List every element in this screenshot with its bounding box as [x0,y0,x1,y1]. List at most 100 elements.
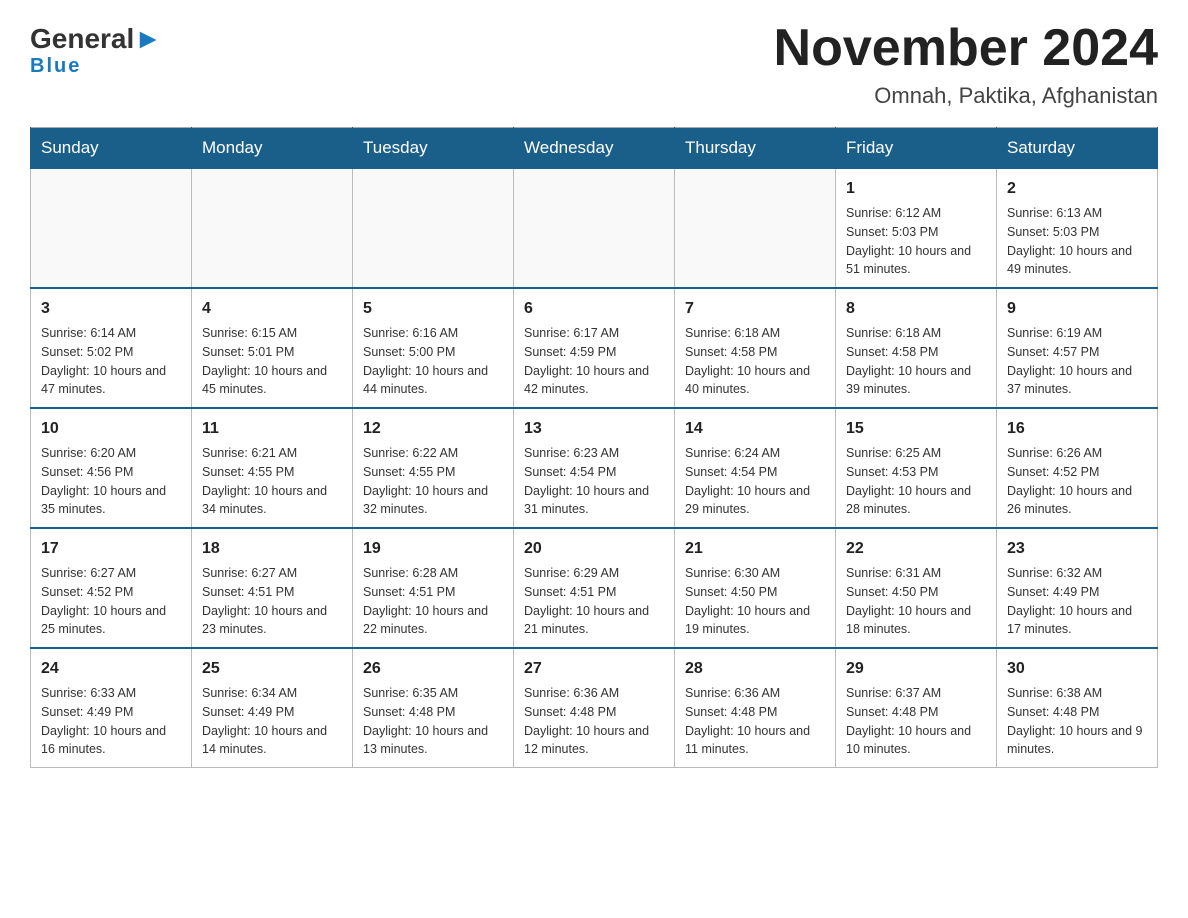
table-row: 10Sunrise: 6:20 AMSunset: 4:56 PMDayligh… [31,408,192,528]
table-row [675,169,836,289]
day-info: Sunrise: 6:28 AMSunset: 4:51 PMDaylight:… [363,564,503,639]
table-row: 25 Sunrise: 6:34 AMSunset: 4:49 PMDayligh… [192,648,353,768]
day-info: Sunrise: 6:23 AMSunset: 4:54 PMDaylight:… [524,444,664,519]
day-number: 8 [846,297,986,321]
day-info: Sunrise: 6:17 AMSunset: 4:59 PMDaylight:… [524,324,664,399]
day-info: Sunrise: 6:32 AMSunset: 4:49 PMDaylight:… [1007,564,1147,639]
day-number: 6 [524,297,664,321]
col-monday: Monday [192,128,353,169]
col-sunday: Sunday [31,128,192,169]
table-row: 5Sunrise: 6:16 AMSunset: 5:00 PMDaylight… [353,288,514,408]
table-row: 11 Sunrise: 6:21 AMSunset: 4:55 PMDayligh… [192,408,353,528]
table-row: 26 Sunrise: 6:35 AMSunset: 4:48 PMDayligh… [353,648,514,768]
table-row: 7 Sunrise: 6:18 AMSunset: 4:58 PMDaylight… [675,288,836,408]
day-info: Sunrise: 6:22 AMSunset: 4:55 PMDaylight:… [363,444,503,519]
calendar-week-5: 24 Sunrise: 6:33 AMSunset: 4:49 PMDayligh… [31,648,1158,768]
day-number: 25 [202,657,342,681]
calendar-week-3: 10Sunrise: 6:20 AMSunset: 4:56 PMDayligh… [31,408,1158,528]
logo-text: General► [30,25,162,53]
day-info: Sunrise: 6:33 AMSunset: 4:49 PMDaylight:… [41,684,181,759]
day-number: 22 [846,537,986,561]
col-saturday: Saturday [997,128,1158,169]
table-row: 8Sunrise: 6:18 AMSunset: 4:58 PMDaylight… [836,288,997,408]
table-row [353,169,514,289]
day-info: Sunrise: 6:36 AMSunset: 4:48 PMDaylight:… [524,684,664,759]
day-number: 18 [202,537,342,561]
day-number: 12 [363,417,503,441]
day-info: Sunrise: 6:13 AMSunset: 5:03 PMDaylight:… [1007,204,1147,279]
day-info: Sunrise: 6:24 AMSunset: 4:54 PMDaylight:… [685,444,825,519]
day-number: 14 [685,417,825,441]
day-info: Sunrise: 6:26 AMSunset: 4:52 PMDaylight:… [1007,444,1147,519]
table-row: 23 Sunrise: 6:32 AMSunset: 4:49 PMDayligh… [997,528,1158,648]
table-row [192,169,353,289]
table-row: 21 Sunrise: 6:30 AMSunset: 4:50 PMDayligh… [675,528,836,648]
table-row: 19 Sunrise: 6:28 AMSunset: 4:51 PMDayligh… [353,528,514,648]
day-number: 2 [1007,177,1147,201]
day-number: 20 [524,537,664,561]
table-row: 14 Sunrise: 6:24 AMSunset: 4:54 PMDayligh… [675,408,836,528]
day-info: Sunrise: 6:18 AMSunset: 4:58 PMDaylight:… [685,324,825,399]
calendar-table: Sunday Monday Tuesday Wednesday Thursday… [30,127,1158,768]
location: Omnah, Paktika, Afghanistan [774,83,1158,109]
day-info: Sunrise: 6:30 AMSunset: 4:50 PMDaylight:… [685,564,825,639]
table-row: 22Sunrise: 6:31 AMSunset: 4:50 PMDayligh… [836,528,997,648]
col-wednesday: Wednesday [514,128,675,169]
day-info: Sunrise: 6:14 AMSunset: 5:02 PMDaylight:… [41,324,181,399]
calendar-week-4: 17Sunrise: 6:27 AMSunset: 4:52 PMDayligh… [31,528,1158,648]
day-number: 21 [685,537,825,561]
table-row: 17Sunrise: 6:27 AMSunset: 4:52 PMDayligh… [31,528,192,648]
day-number: 9 [1007,297,1147,321]
day-info: Sunrise: 6:35 AMSunset: 4:48 PMDaylight:… [363,684,503,759]
day-number: 24 [41,657,181,681]
day-info: Sunrise: 6:12 AMSunset: 5:03 PMDaylight:… [846,204,986,279]
day-info: Sunrise: 6:27 AMSunset: 4:51 PMDaylight:… [202,564,342,639]
table-row: 13 Sunrise: 6:23 AMSunset: 4:54 PMDayligh… [514,408,675,528]
day-number: 27 [524,657,664,681]
day-number: 13 [524,417,664,441]
logo-blue-text: Blue [30,55,81,78]
table-row: 4Sunrise: 6:15 AMSunset: 5:01 PMDaylight… [192,288,353,408]
day-info: Sunrise: 6:25 AMSunset: 4:53 PMDaylight:… [846,444,986,519]
calendar-header-row: Sunday Monday Tuesday Wednesday Thursday… [31,128,1158,169]
day-number: 10 [41,417,181,441]
col-friday: Friday [836,128,997,169]
day-info: Sunrise: 6:36 AMSunset: 4:48 PMDaylight:… [685,684,825,759]
calendar-week-1: 1Sunrise: 6:12 AMSunset: 5:03 PMDaylight… [31,169,1158,289]
day-number: 16 [1007,417,1147,441]
day-number: 5 [363,297,503,321]
page-header: General► Blue November 2024 Omnah, Pakti… [30,20,1158,109]
table-row [31,169,192,289]
table-row: 2 Sunrise: 6:13 AMSunset: 5:03 PMDaylight… [997,169,1158,289]
table-row: 12 Sunrise: 6:22 AMSunset: 4:55 PMDayligh… [353,408,514,528]
table-row: 18 Sunrise: 6:27 AMSunset: 4:51 PMDayligh… [192,528,353,648]
day-number: 26 [363,657,503,681]
day-number: 28 [685,657,825,681]
day-number: 4 [202,297,342,321]
month-title: November 2024 [774,20,1158,77]
day-number: 15 [846,417,986,441]
table-row: 6 Sunrise: 6:17 AMSunset: 4:59 PMDaylight… [514,288,675,408]
table-row: 30Sunrise: 6:38 AMSunset: 4:48 PMDayligh… [997,648,1158,768]
col-tuesday: Tuesday [353,128,514,169]
table-row: 1Sunrise: 6:12 AMSunset: 5:03 PMDaylight… [836,169,997,289]
table-row [514,169,675,289]
table-row: 3Sunrise: 6:14 AMSunset: 5:02 PMDaylight… [31,288,192,408]
day-info: Sunrise: 6:37 AMSunset: 4:48 PMDaylight:… [846,684,986,759]
calendar-week-2: 3Sunrise: 6:14 AMSunset: 5:02 PMDaylight… [31,288,1158,408]
day-number: 19 [363,537,503,561]
day-info: Sunrise: 6:34 AMSunset: 4:49 PMDaylight:… [202,684,342,759]
day-number: 17 [41,537,181,561]
day-number: 7 [685,297,825,321]
day-number: 23 [1007,537,1147,561]
table-row: 9 Sunrise: 6:19 AMSunset: 4:57 PMDaylight… [997,288,1158,408]
table-row: 29 Sunrise: 6:37 AMSunset: 4:48 PMDayligh… [836,648,997,768]
day-number: 29 [846,657,986,681]
logo: General► Blue [30,20,162,78]
col-thursday: Thursday [675,128,836,169]
table-row: 20Sunrise: 6:29 AMSunset: 4:51 PMDayligh… [514,528,675,648]
day-info: Sunrise: 6:21 AMSunset: 4:55 PMDaylight:… [202,444,342,519]
day-info: Sunrise: 6:19 AMSunset: 4:57 PMDaylight:… [1007,324,1147,399]
table-row: 28 Sunrise: 6:36 AMSunset: 4:48 PMDayligh… [675,648,836,768]
day-number: 11 [202,417,342,441]
